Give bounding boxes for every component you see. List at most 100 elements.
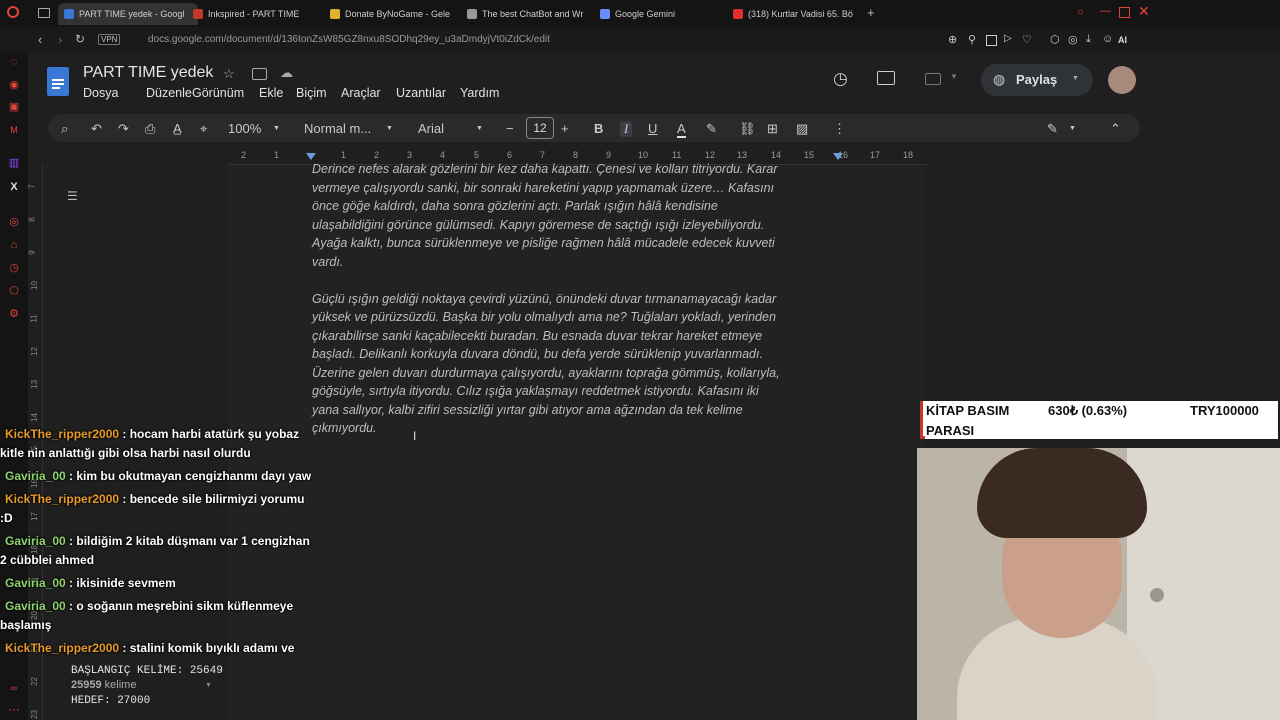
easy-setup-icon[interactable]: ☺	[1102, 33, 1113, 45]
star-icon[interactable]: ☆	[223, 66, 235, 82]
sidebar-menu-icon[interactable]: ⋯	[8, 704, 20, 716]
insert-image-icon[interactable]: ▨	[796, 121, 808, 137]
browser-tab[interactable]: The best ChatBot and Wr	[467, 3, 597, 25]
menu-item[interactable]: Biçim	[296, 86, 327, 100]
document-outline-icon[interactable]: ☰	[67, 189, 78, 203]
menu-item[interactable]: Yardım	[460, 86, 499, 100]
search-menus-icon[interactable]: ⌕	[61, 121, 68, 137]
gmail-icon[interactable]: M	[8, 124, 20, 136]
avatar[interactable]	[1108, 66, 1136, 94]
menu-item[interactable]: Uzantılar	[396, 86, 446, 100]
minimize-button[interactable]: —	[1100, 5, 1111, 17]
document-body[interactable]: Derince nefes alarak gözlerini bir kez d…	[312, 160, 840, 456]
player-icon[interactable]: ◎	[8, 216, 20, 228]
pinboard-icon[interactable]: ⌂	[8, 239, 20, 251]
chat-text: : kim bu okutmayan cengizhanmı dayı yaw	[65, 469, 312, 483]
menu-item[interactable]: Ekle	[259, 86, 283, 100]
word-count-dropdown-icon[interactable]: ▼	[205, 682, 212, 689]
browser-tab[interactable]: Inkspired - PART TIME	[193, 3, 323, 25]
vertical-ruler-number: 13	[29, 380, 39, 389]
redo-icon[interactable]: ↷	[118, 121, 129, 137]
docs-logo-icon[interactable]	[47, 67, 69, 96]
snapshot-icon[interactable]	[986, 35, 997, 46]
editing-mode-dropdown-icon[interactable]: ▼	[1069, 125, 1076, 132]
chat-message: KickThe_ripper2000 : hocam harbi atatürk…	[0, 425, 318, 463]
tab-label: PART TIME yedek - Googl	[79, 9, 185, 19]
opera-logo-icon[interactable]	[7, 6, 19, 18]
right-indent-marker-icon[interactable]	[833, 153, 843, 160]
reload-icon[interactable]: ↻	[75, 32, 85, 46]
menu-item[interactable]: Düzenle	[146, 86, 192, 100]
donation-goal: TRY100000	[1190, 403, 1259, 418]
menu-item[interactable]: Görünüm	[192, 86, 244, 100]
ruler-number: 4	[440, 150, 446, 160]
aria-icon[interactable]: ◌	[8, 56, 20, 68]
zoom-icon[interactable]: ⊕	[948, 33, 957, 46]
settings-icon[interactable]: ⚙	[8, 308, 20, 320]
forward-icon[interactable]: ›	[58, 32, 62, 47]
messenger-icon[interactable]: ◉	[8, 79, 20, 91]
close-window-button[interactable]: ✕	[1138, 3, 1150, 20]
extensions-icon[interactable]: ⬡	[1050, 33, 1060, 46]
ruler-number: 2	[374, 150, 380, 160]
browser-tab[interactable]: (318) Kurtlar Vadisi 65. Bö	[733, 3, 861, 25]
hide-menus-icon[interactable]: ⌃	[1110, 121, 1121, 137]
insert-link-icon[interactable]: ⛓	[739, 121, 756, 137]
instagram-icon[interactable]: ▣	[8, 101, 20, 113]
new-tab-button[interactable]: +	[867, 5, 875, 20]
browser-tab[interactable]: PART TIME yedek - Googl	[58, 3, 198, 25]
paint-format-icon[interactable]: ⌖	[200, 121, 207, 137]
spellcheck-icon[interactable]: A̲	[173, 121, 182, 136]
twitch-icon[interactable]: ▥	[8, 157, 20, 169]
underline-icon[interactable]: U	[648, 121, 657, 136]
document-title[interactable]: PART TIME yedek	[83, 64, 213, 82]
sidebar-more-icon[interactable]: ∞	[8, 682, 20, 694]
indent-marker-icon[interactable]	[306, 153, 316, 160]
decrease-font-size-icon[interactable]: −	[506, 121, 514, 136]
version-history-icon[interactable]: ◷	[833, 69, 848, 89]
pin-icon[interactable]: ⚲	[968, 33, 976, 46]
increase-font-size-icon[interactable]: +	[561, 121, 569, 136]
play-icon[interactable]: ▷	[1004, 33, 1012, 44]
menu-item[interactable]: Dosya	[83, 86, 118, 100]
italic-icon[interactable]: I	[620, 121, 633, 137]
x-icon[interactable]: X	[8, 181, 20, 193]
extensions-sidebar-icon[interactable]: ⬠	[8, 285, 20, 297]
url-field[interactable]: docs.google.com/document/d/136tonZsW85GZ…	[148, 34, 550, 45]
highlight-icon[interactable]: ✎	[706, 121, 717, 137]
meet-dropdown-icon[interactable]: ▼	[950, 72, 958, 81]
more-options-icon[interactable]: ⋮	[833, 121, 846, 137]
font-size-input[interactable]: 12	[526, 117, 554, 139]
font-dropdown-icon[interactable]: ▼	[476, 125, 483, 132]
zoom-select[interactable]: 100%	[228, 121, 261, 136]
style-dropdown-icon[interactable]: ▼	[386, 125, 393, 132]
tabs-menu-icon[interactable]	[38, 8, 50, 18]
browser-tab[interactable]: Donate ByNoGame - Gele	[330, 3, 460, 25]
menu-item[interactable]: Araçlar	[341, 86, 381, 100]
insert-comment-icon[interactable]: ⊞	[767, 121, 778, 137]
zoom-dropdown-icon[interactable]: ▼	[273, 125, 280, 132]
cloud-status-icon[interactable]: ☁	[280, 65, 293, 81]
donation-progress-bar	[923, 436, 926, 439]
meet-icon[interactable]	[925, 73, 941, 85]
share-dropdown-icon[interactable]: ▼	[1072, 75, 1079, 82]
ai-button[interactable]: AI	[1118, 35, 1127, 45]
editing-mode-icon[interactable]: ✎	[1047, 121, 1058, 137]
heart-icon[interactable]: ♡	[1022, 33, 1032, 46]
vpn-badge[interactable]: VPN	[98, 34, 121, 45]
search-tabs-icon[interactable]: ○	[1077, 6, 1084, 18]
history-icon[interactable]: ◷	[8, 262, 20, 274]
font-select[interactable]: Arial	[418, 121, 444, 136]
text-color-icon[interactable]: A	[677, 121, 686, 138]
account-icon[interactable]: ◎	[1068, 33, 1078, 46]
undo-icon[interactable]: ↶	[91, 121, 102, 137]
back-icon[interactable]: ‹	[38, 32, 42, 47]
download-icon[interactable]: ⤓	[1086, 33, 1091, 46]
paragraph-style-select[interactable]: Normal m...	[304, 121, 371, 136]
move-folder-icon[interactable]	[252, 68, 267, 80]
print-icon[interactable]: ⎙	[145, 121, 155, 137]
browser-tab[interactable]: Google Gemini	[600, 3, 725, 25]
comments-icon[interactable]	[877, 71, 895, 85]
bold-icon[interactable]: B	[594, 121, 603, 136]
maximize-button[interactable]	[1119, 7, 1130, 18]
